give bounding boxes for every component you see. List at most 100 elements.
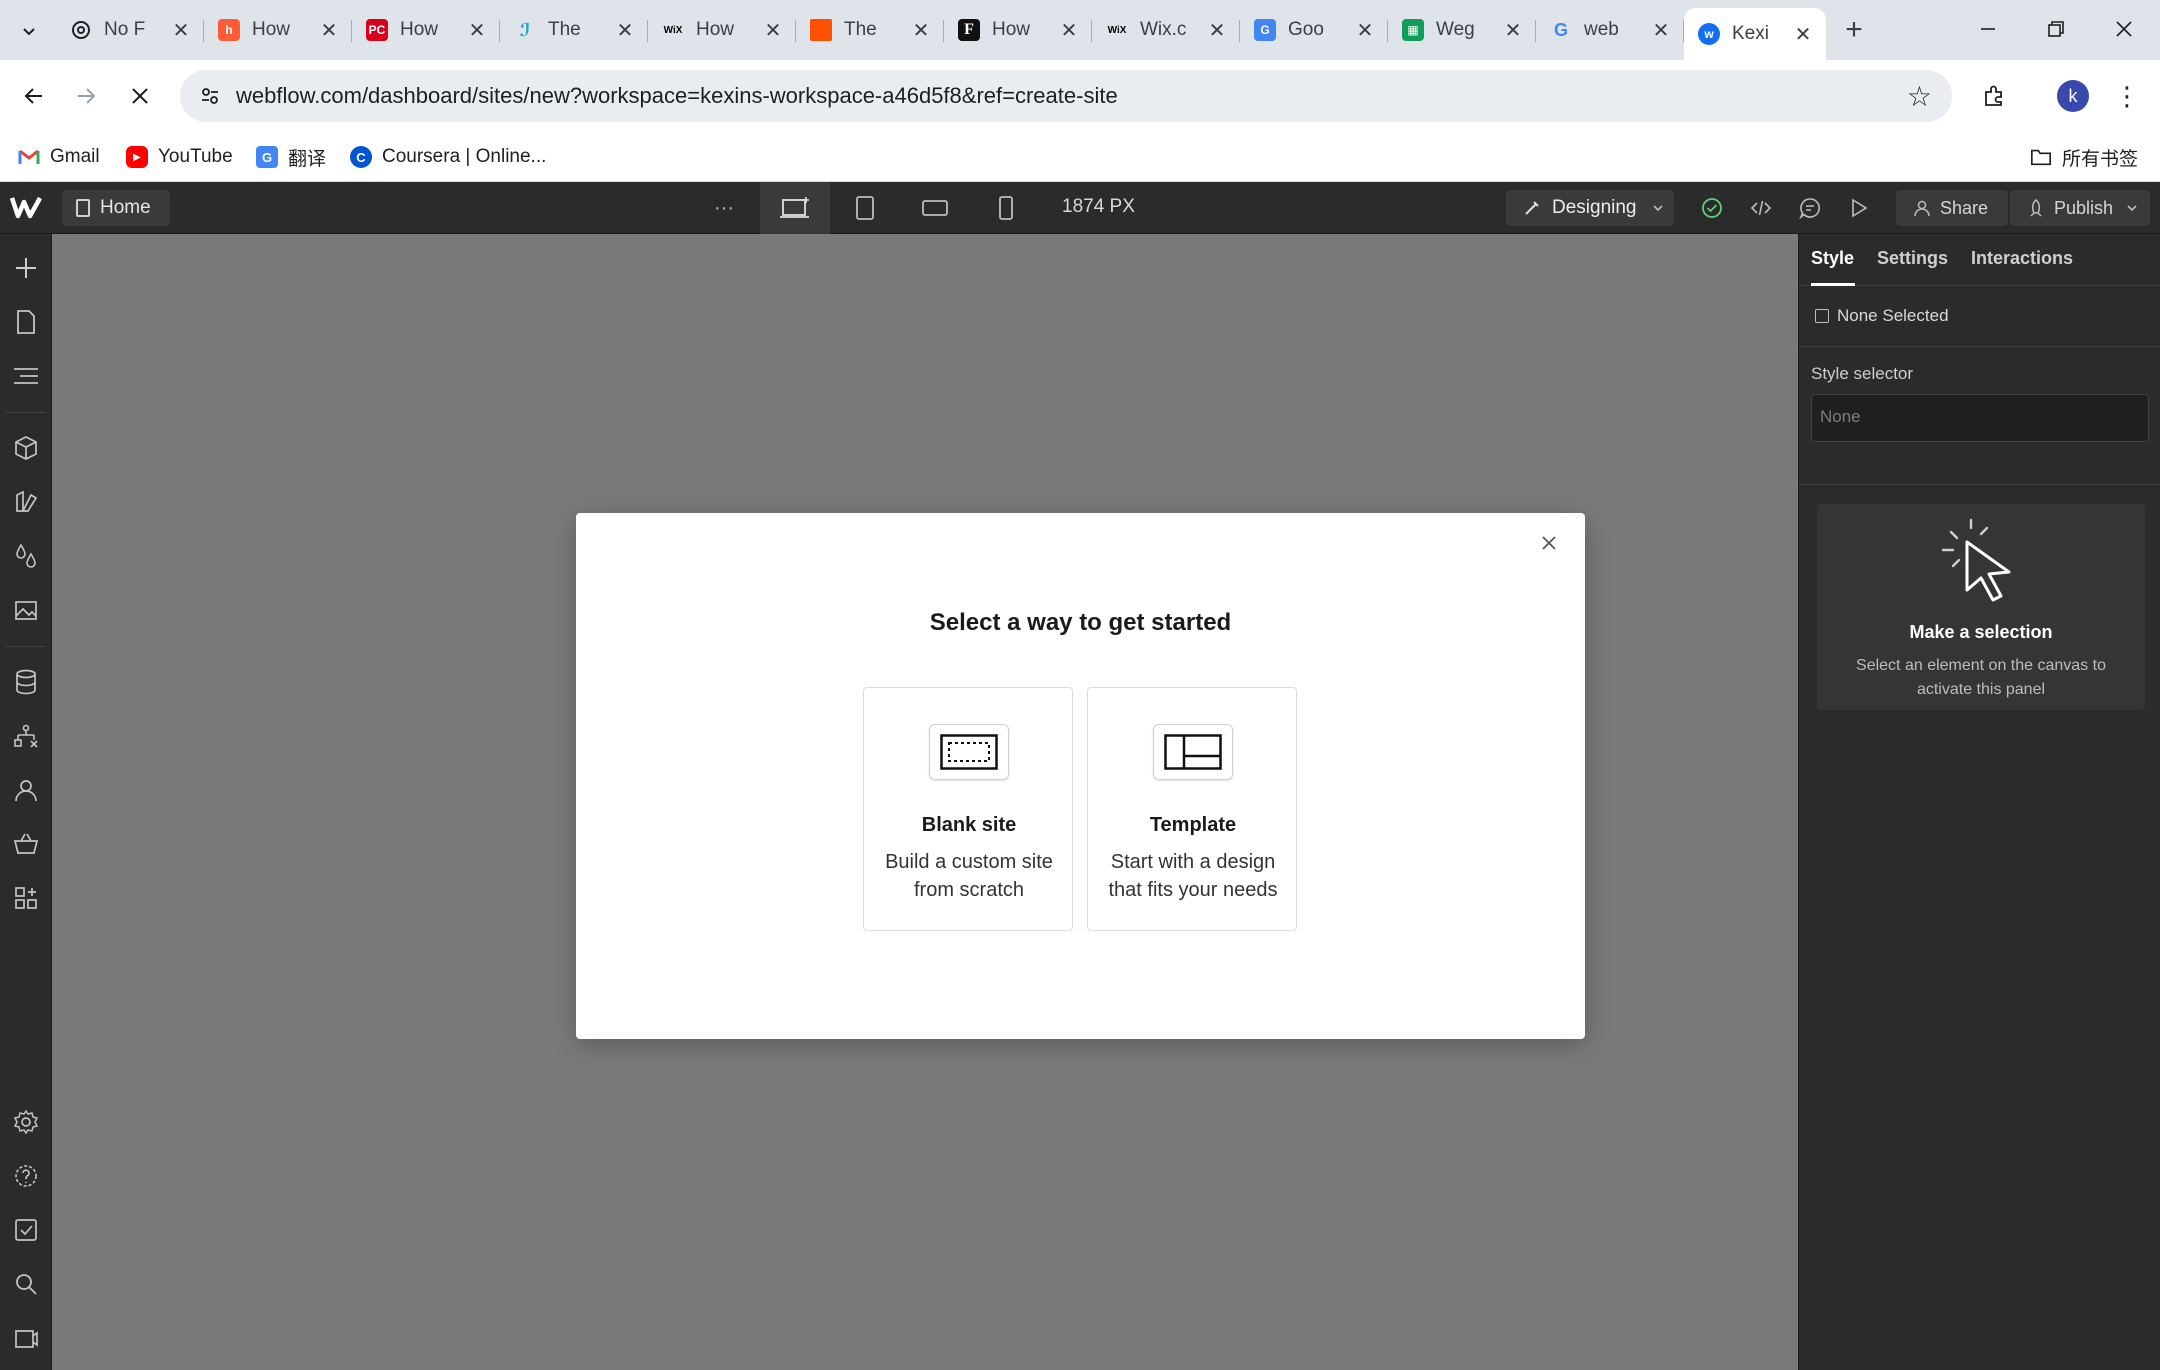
publish-status-check-icon[interactable]	[1692, 188, 1732, 228]
none-selected-label: None Selected	[1837, 306, 1949, 325]
preview-play-icon[interactable]	[1839, 188, 1879, 228]
components-icon[interactable]	[8, 430, 44, 466]
tab-settings[interactable]: Settings	[1877, 248, 1948, 269]
users-icon[interactable]	[8, 772, 44, 808]
close-tab-icon[interactable]: ✕	[320, 18, 338, 43]
all-bookmarks[interactable]: 所有书签	[2030, 140, 2138, 174]
close-tab-icon[interactable]: ✕	[172, 18, 190, 43]
tab-title: Weg	[1436, 19, 1475, 40]
tab-title: The	[844, 19, 877, 40]
tab-title: No F	[104, 19, 146, 40]
webflow-logo-icon[interactable]	[9, 194, 42, 222]
tab-style[interactable]: Style	[1811, 248, 1854, 269]
browser-tab[interactable]: PC How ✕	[352, 8, 500, 52]
translate-icon: G	[256, 146, 278, 168]
close-tab-icon[interactable]: ✕	[912, 18, 930, 43]
apps-icon[interactable]	[8, 880, 44, 916]
browser-tab[interactable]: No F ✕	[56, 8, 204, 52]
profile-avatar[interactable]: k	[2057, 80, 2089, 112]
close-tab-icon[interactable]: ✕	[1504, 18, 1522, 43]
cms-database-icon[interactable]	[8, 664, 44, 700]
bookmark-label: Gmail	[50, 146, 100, 167]
ecommerce-basket-icon[interactable]	[8, 826, 44, 862]
browser-menu-icon[interactable]: ⋮	[2112, 78, 2142, 114]
audit-checkbox-icon[interactable]	[8, 1212, 44, 1248]
mobile-portrait-breakpoint-icon[interactable]	[986, 188, 1026, 228]
option-description: Start with a design that fits your needs	[1108, 851, 1278, 901]
browser-tab[interactable]: ℐ The ✕	[500, 8, 648, 52]
style-guide-icon[interactable]	[8, 484, 44, 520]
close-icon	[1542, 536, 1556, 550]
right-style-panel: Style Settings Interactions None Selecte…	[1798, 234, 2160, 1370]
bookmark-label: Coursera | Online...	[382, 146, 547, 167]
modal-title: Select a way to get started	[929, 609, 1232, 636]
close-tab-icon[interactable]: ✕	[468, 18, 486, 43]
bookmark-star-icon[interactable]: ☆	[1907, 80, 1932, 113]
orange-square-icon	[810, 19, 832, 41]
bookmark-gmail[interactable]: Gmail	[18, 140, 100, 174]
blank-site-option[interactable]: Blank site Build a custom site from scra…	[863, 687, 1073, 931]
url-text[interactable]: webflow.com/dashboard/sites/new?workspac…	[236, 83, 1118, 109]
make-selection-title: Make a selection	[1909, 622, 2053, 642]
share-button[interactable]: Share	[1896, 190, 2008, 226]
active-tab-indicator	[1811, 283, 1855, 286]
close-tab-icon[interactable]: ✕	[1060, 18, 1078, 43]
mobile-landscape-breakpoint-icon[interactable]	[915, 188, 955, 228]
code-view-icon[interactable]	[1741, 188, 1781, 228]
page-switcher-button[interactable]: Home	[62, 190, 170, 226]
restore-button[interactable]	[2022, 0, 2090, 58]
close-tab-icon[interactable]: ✕	[1794, 22, 1812, 47]
browser-tab-active[interactable]: w Kexi ✕	[1684, 8, 1826, 60]
bookmark-translate[interactable]: G 翻译	[256, 140, 326, 174]
variables-drops-icon[interactable]	[8, 538, 44, 574]
pcmag-icon: PC	[366, 19, 388, 41]
new-tab-button[interactable]: +	[1836, 12, 1872, 48]
site-info-button[interactable]	[194, 80, 226, 112]
tab-search-button[interactable]	[12, 14, 46, 48]
logic-flow-icon[interactable]	[8, 718, 44, 754]
bookmark-label: YouTube	[158, 146, 233, 167]
browser-tab[interactable]: F How ✕	[944, 8, 1092, 52]
video-tutorials-icon[interactable]	[8, 1320, 44, 1356]
address-bar[interactable]: webflow.com/dashboard/sites/new?workspac…	[180, 70, 1952, 122]
search-icon[interactable]	[8, 1266, 44, 1302]
close-tab-icon[interactable]: ✕	[616, 18, 634, 43]
browser-tab[interactable]: WiX How ✕	[648, 8, 796, 52]
browser-tab[interactable]: The ✕	[796, 8, 944, 52]
minimize-button[interactable]	[1954, 0, 2022, 58]
forward-button[interactable]	[64, 74, 108, 118]
close-tab-icon[interactable]: ✕	[1652, 18, 1670, 43]
close-tab-icon[interactable]: ✕	[1208, 18, 1226, 43]
desktop-breakpoint-icon[interactable]	[775, 188, 815, 228]
tab-interactions[interactable]: Interactions	[1971, 248, 2073, 269]
browser-tab[interactable]: G Goo ✕	[1240, 8, 1388, 52]
add-elements-icon[interactable]	[8, 250, 44, 286]
template-option[interactable]: Template Start with a design that fits y…	[1087, 687, 1297, 931]
pages-icon[interactable]	[8, 304, 44, 340]
mode-dropdown[interactable]: Designing	[1506, 190, 1674, 226]
browser-tab[interactable]: G web ✕	[1536, 8, 1684, 52]
settings-gear-icon[interactable]	[8, 1104, 44, 1140]
extensions-button[interactable]	[1972, 74, 2016, 118]
make-selection-desc: Select an element on the canvas to activ…	[1856, 657, 2106, 698]
navigator-icon[interactable]	[8, 358, 44, 394]
browser-tab[interactable]: WiX Wix.c ✕	[1092, 8, 1240, 52]
more-options-icon[interactable]: ···	[704, 188, 744, 228]
bookmark-youtube[interactable]: ▶ YouTube	[126, 140, 233, 174]
tablet-breakpoint-icon[interactable]	[845, 188, 885, 228]
close-tab-icon[interactable]: ✕	[1356, 18, 1374, 43]
style-selector-input[interactable]: None	[1811, 394, 2149, 442]
bookmark-coursera[interactable]: C Coursera | Online...	[350, 140, 546, 174]
browser-tab[interactable]: h How ✕	[204, 8, 352, 52]
comments-icon[interactable]	[1790, 188, 1830, 228]
browser-tab-strip: No F ✕ h How ✕ PC How ✕ ℐ The ✕ WiX How …	[0, 0, 2160, 60]
publish-button[interactable]: Publish	[2010, 190, 2150, 226]
assets-image-icon[interactable]	[8, 592, 44, 628]
help-icon[interactable]	[8, 1158, 44, 1194]
back-button[interactable]	[12, 74, 56, 118]
stop-loading-button[interactable]	[118, 74, 162, 118]
close-window-button[interactable]	[2090, 0, 2158, 58]
close-tab-icon[interactable]: ✕	[764, 18, 782, 43]
browser-tab[interactable]: ▦ Weg ✕	[1388, 8, 1536, 52]
modal-close-button[interactable]	[1533, 527, 1565, 559]
